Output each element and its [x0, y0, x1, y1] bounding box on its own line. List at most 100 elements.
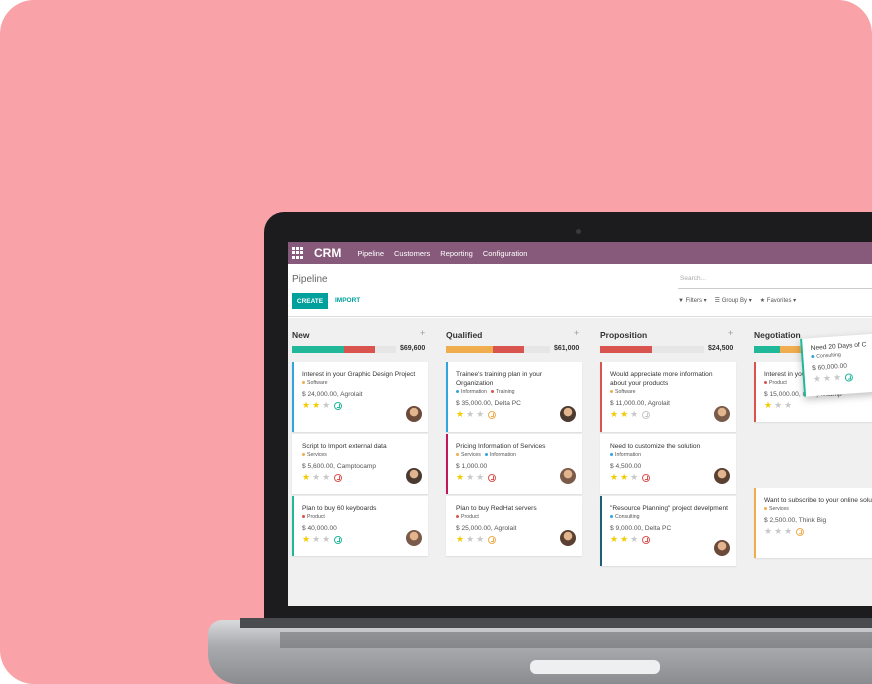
star-icon[interactable]: ★: [476, 410, 484, 419]
star-icon[interactable]: ★: [630, 535, 638, 544]
activity-icon[interactable]: [488, 410, 497, 419]
activity-icon[interactable]: [642, 535, 651, 544]
tag-label: Product: [769, 380, 787, 386]
star-icon[interactable]: ★: [312, 401, 320, 410]
dragged-card[interactable]: Need 20 Days of C Consulting $ 60,000.00…: [800, 333, 872, 397]
star-icon[interactable]: ★: [322, 473, 330, 482]
tag: Services: [302, 452, 327, 458]
activity-icon[interactable]: [642, 473, 651, 482]
star-icon[interactable]: ★: [302, 473, 310, 482]
card-tags: Information: [610, 452, 730, 458]
menu-configuration[interactable]: Configuration: [483, 249, 528, 258]
progress-segment[interactable]: [292, 346, 344, 353]
star-icon[interactable]: ★: [784, 401, 792, 410]
activity-icon[interactable]: [844, 372, 854, 382]
activity-icon[interactable]: [488, 473, 497, 482]
star-icon[interactable]: ★: [466, 473, 474, 482]
avatar[interactable]: [714, 468, 730, 484]
star-icon[interactable]: ★: [764, 527, 772, 536]
tag-dot-icon: [484, 453, 488, 457]
favorites-dropdown[interactable]: ★ Favorites ▾: [760, 297, 796, 304]
star-icon[interactable]: ★: [322, 535, 330, 544]
filters-dropdown[interactable]: ▼ Filters ▾: [678, 297, 707, 304]
progress-segment[interactable]: [600, 346, 652, 353]
column-progress-bar[interactable]: [446, 346, 550, 353]
kanban-card[interactable]: Plan to buy 60 keyboards Product $ 40,000.…: [292, 496, 428, 556]
activity-icon[interactable]: [334, 401, 343, 410]
menu-customers[interactable]: Customers: [394, 249, 430, 258]
kanban-card[interactable]: Would appreciate more information about …: [600, 362, 736, 432]
create-button[interactable]: CREATE: [292, 293, 328, 309]
column-progress-bar[interactable]: [600, 346, 704, 353]
kanban-card[interactable]: Plan to buy RedHat servers Product $ 25,00…: [446, 496, 582, 556]
progress-segment[interactable]: [652, 346, 704, 353]
avatar[interactable]: [560, 406, 576, 422]
add-card-icon[interactable]: +: [420, 328, 425, 338]
laptop-hinge: [240, 618, 872, 628]
star-icon[interactable]: ★: [833, 372, 842, 383]
star-icon[interactable]: ★: [302, 401, 310, 410]
kanban-card[interactable]: Need to customize the solution Informatio…: [600, 434, 736, 494]
avatar[interactable]: [406, 530, 422, 546]
star-icon[interactable]: ★: [312, 535, 320, 544]
star-icon[interactable]: ★: [774, 401, 782, 410]
star-icon[interactable]: ★: [813, 374, 822, 385]
kanban-card[interactable]: Interest in your Graphic Design Project S…: [292, 362, 428, 432]
star-icon[interactable]: ★: [466, 535, 474, 544]
activity-icon[interactable]: [334, 535, 343, 544]
star-icon[interactable]: ★: [456, 473, 464, 482]
avatar[interactable]: [714, 540, 730, 556]
star-icon[interactable]: ★: [302, 535, 310, 544]
star-icon[interactable]: ★: [630, 410, 638, 419]
star-icon[interactable]: ★: [784, 527, 792, 536]
kanban-card[interactable]: "Resource Planning" project develpment Co…: [600, 496, 736, 566]
import-button[interactable]: IMPORT: [335, 297, 360, 304]
activity-icon[interactable]: [642, 410, 651, 419]
tag-label: Consulting: [615, 514, 640, 520]
progress-segment[interactable]: [446, 346, 493, 353]
card-tags: Consulting: [610, 514, 730, 520]
star-icon[interactable]: ★: [630, 473, 638, 482]
column-progress-bar[interactable]: [292, 346, 396, 353]
activity-icon[interactable]: [334, 473, 343, 482]
avatar[interactable]: [406, 468, 422, 484]
search-input[interactable]: Search...: [678, 275, 872, 289]
star-icon[interactable]: ★: [466, 410, 474, 419]
star-icon[interactable]: ★: [456, 535, 464, 544]
star-icon[interactable]: ★: [620, 410, 628, 419]
progress-segment[interactable]: [754, 346, 780, 353]
add-card-icon[interactable]: +: [574, 328, 579, 338]
star-icon[interactable]: ★: [620, 473, 628, 482]
menu-reporting[interactable]: Reporting: [440, 249, 473, 258]
star-icon[interactable]: ★: [620, 535, 628, 544]
progress-segment[interactable]: [523, 346, 550, 353]
add-card-icon[interactable]: +: [728, 328, 733, 338]
progress-segment[interactable]: [492, 346, 524, 353]
avatar[interactable]: [560, 468, 576, 484]
star-icon[interactable]: ★: [476, 535, 484, 544]
star-icon[interactable]: ★: [312, 473, 320, 482]
star-icon[interactable]: ★: [823, 373, 832, 384]
star-icon[interactable]: ★: [764, 401, 772, 410]
menu-pipeline[interactable]: Pipeline: [357, 249, 384, 258]
activity-icon[interactable]: [796, 527, 805, 536]
group-by-dropdown[interactable]: ☰ Group By ▾: [715, 297, 752, 304]
star-icon[interactable]: ★: [610, 535, 618, 544]
kanban-card[interactable]: Script to Import external data Services $ …: [292, 434, 428, 494]
star-icon[interactable]: ★: [774, 527, 782, 536]
activity-icon[interactable]: [488, 535, 497, 544]
kanban-card[interactable]: Want to subscribe to your online solutio…: [754, 488, 872, 558]
star-icon[interactable]: ★: [610, 410, 618, 419]
star-icon[interactable]: ★: [476, 473, 484, 482]
star-icon[interactable]: ★: [610, 473, 618, 482]
star-icon[interactable]: ★: [322, 401, 330, 410]
star-icon[interactable]: ★: [456, 410, 464, 419]
kanban-card[interactable]: Trainee's training plan in your Organiza…: [446, 362, 582, 432]
apps-grid-icon[interactable]: [292, 247, 304, 259]
progress-segment[interactable]: [375, 346, 396, 353]
avatar[interactable]: [406, 406, 422, 422]
progress-segment[interactable]: [344, 346, 376, 353]
avatar[interactable]: [714, 406, 730, 422]
kanban-card[interactable]: Pricing Information of Services Services I…: [446, 434, 582, 494]
avatar[interactable]: [560, 530, 576, 546]
